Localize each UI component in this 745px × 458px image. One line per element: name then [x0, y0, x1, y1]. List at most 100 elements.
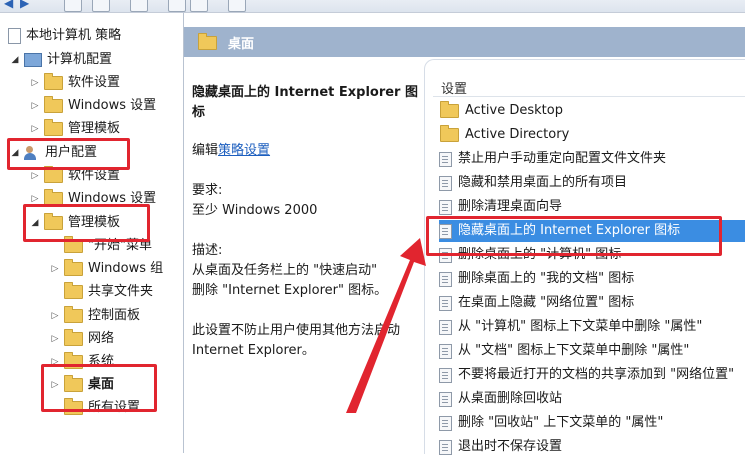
toolbar: ◀ ▶ — [0, 0, 745, 13]
edit-policy-link[interactable]: 策略设置 — [218, 143, 270, 158]
main-header: 桌面 — [184, 27, 745, 57]
list-item-label: 从 "计算机" 图标上下文菜单中删除 "属性" — [458, 319, 703, 334]
show-tree-icon[interactable] — [92, 0, 110, 12]
tree-item-local-policy[interactable]: 本地计算机 策略 — [4, 25, 121, 47]
folder-icon — [44, 166, 63, 183]
list-item-label: 退出时不保存设置 — [458, 439, 563, 454]
collapsed-arrow-icon[interactable]: ▷ — [50, 258, 60, 280]
policy-setting-icon — [439, 367, 452, 383]
list-item-label: Active Desktop — [465, 103, 563, 118]
description-line-1: 从桌面及任务栏上的 "快速启动" — [192, 263, 378, 278]
tree-item-windows-components[interactable]: ▷ Windows 组 — [50, 258, 163, 280]
tree-item-computer-config[interactable]: ◢ 计算机配置 — [10, 49, 112, 71]
folder-icon — [64, 306, 83, 323]
folder-icon — [44, 96, 63, 113]
policy-setting-icon — [439, 343, 452, 359]
policy-title: 隐藏桌面上的 Internet Explorer 图标 — [192, 85, 418, 120]
export-icon[interactable] — [130, 0, 148, 12]
tree-item-label: Windows 组 — [88, 261, 164, 276]
tree-item-windows-settings[interactable]: ▷ Windows 设置 — [30, 95, 156, 117]
tree-item-software-settings[interactable]: ▷ 软件设置 — [30, 72, 120, 94]
policy-setting-icon — [439, 199, 452, 215]
settings-column-header[interactable]: 设置 — [441, 78, 467, 97]
note-line-1: 此设置不防止用户使用其他方法启动 — [192, 323, 401, 338]
list-item-label: 从桌面删除回收站 — [458, 391, 563, 406]
divider — [433, 96, 745, 97]
folder-icon — [44, 73, 63, 90]
folder-icon — [64, 329, 83, 346]
forward-arrow-icon[interactable]: ▶ — [20, 0, 29, 10]
tree-item-control-panel[interactable]: ▷ 控制面板 — [50, 305, 140, 327]
policy-setting-icon — [439, 439, 452, 455]
note-line-2: Internet Explorer。 — [192, 343, 315, 358]
highlight-desktop — [41, 364, 157, 412]
list-item[interactable]: Active Desktop — [439, 100, 745, 122]
policy-setting-icon — [439, 319, 452, 335]
description-label: 描述: — [192, 243, 223, 258]
highlight-selected-policy — [426, 216, 722, 256]
list-item-label: 不要将最近打开的文档的共享添加到 "网络位置" — [458, 367, 735, 382]
requirements-value: 至少 Windows 2000 — [192, 203, 318, 218]
list-item[interactable]: 删除清理桌面向导 — [439, 196, 745, 218]
settings-list: 设置 Active Desktop Active Directory 禁止用户手… — [424, 59, 745, 455]
collapsed-arrow-icon[interactable]: ▷ — [30, 95, 40, 117]
list-item[interactable]: 从 "文档" 图标上下文菜单中删除 "属性" — [439, 340, 745, 362]
edit-prefix: 编辑 — [192, 143, 219, 158]
policy-document-icon — [8, 28, 21, 44]
list-item-label: 删除 "回收站" 上下文菜单的 "属性" — [458, 415, 664, 430]
list-item-label: 从 "文档" 图标上下文菜单中删除 "属性" — [458, 343, 690, 358]
tree-item-label: 本地计算机 策略 — [26, 28, 122, 43]
list-item[interactable]: 删除桌面上的 "我的文档" 图标 — [439, 268, 745, 290]
tree-item-network[interactable]: ▷ 网络 — [50, 328, 114, 350]
policy-setting-icon — [439, 295, 452, 311]
collapsed-arrow-icon[interactable]: ▷ — [30, 72, 40, 94]
tree-item-label: Windows 设置 — [68, 98, 157, 113]
list-item-label: 隐藏和禁用桌面上的所有项目 — [458, 175, 628, 190]
list-item[interactable]: 退出时不保存设置 — [439, 436, 745, 458]
policy-setting-icon — [439, 175, 452, 191]
list-item[interactable]: 不要将最近打开的文档的共享添加到 "网络位置" — [439, 364, 745, 386]
list-item-label: 删除桌面上的 "我的文档" 图标 — [458, 271, 635, 286]
tree-item-label: 控制面板 — [88, 308, 141, 323]
list-item-label: 在桌面上隐藏 "网络位置" 图标 — [458, 295, 635, 310]
list-item[interactable]: 在桌面上隐藏 "网络位置" 图标 — [439, 292, 745, 314]
page-title: 桌面 — [228, 37, 255, 52]
highlight-user-config — [7, 138, 130, 170]
policy-setting-icon — [439, 151, 452, 167]
tree-item-label: 计算机配置 — [47, 52, 113, 67]
list-item-label: Active Directory — [465, 127, 570, 142]
policy-setting-icon — [439, 391, 452, 407]
list-item[interactable]: 从桌面删除回收站 — [439, 388, 745, 410]
description-pane: 隐藏桌面上的 Internet Explorer 图标 编辑策略设置 要求: 至… — [184, 57, 420, 453]
list-item-label: 删除清理桌面向导 — [458, 199, 563, 214]
collapsed-arrow-icon[interactable]: ▷ — [50, 328, 60, 350]
computer-icon — [24, 53, 42, 67]
collapsed-arrow-icon[interactable]: ▷ — [30, 118, 40, 140]
tree-item-label: 管理模板 — [68, 121, 121, 136]
folder-icon — [440, 101, 459, 118]
list-item[interactable]: 删除 "回收站" 上下文菜单的 "属性" — [439, 412, 745, 434]
tree-item-admin-templates[interactable]: ▷ 管理模板 — [30, 118, 120, 140]
up-folder-icon[interactable] — [64, 0, 82, 12]
highlight-admin-templates — [23, 204, 150, 242]
list-item[interactable]: 从 "计算机" 图标上下文菜单中删除 "属性" — [439, 316, 745, 338]
help-icon[interactable] — [168, 0, 186, 12]
back-arrow-icon[interactable]: ◀ — [4, 0, 13, 10]
description-line-2: 删除 "Internet Explorer" 图标。 — [192, 283, 388, 298]
policy-setting-icon — [439, 415, 452, 431]
list-item[interactable]: 隐藏和禁用桌面上的所有项目 — [439, 172, 745, 194]
folder-icon — [64, 259, 83, 276]
tree-item-label: 软件设置 — [68, 75, 121, 90]
policy-setting-icon — [439, 271, 452, 287]
folder-icon — [198, 33, 217, 50]
expanded-arrow-icon[interactable]: ◢ — [10, 49, 20, 71]
properties-icon[interactable] — [190, 0, 208, 12]
requirements-label: 要求: — [192, 183, 223, 198]
list-item[interactable]: Active Directory — [439, 124, 745, 146]
collapsed-arrow-icon[interactable]: ▷ — [50, 305, 60, 327]
list-item[interactable]: 禁止用户手动重定向配置文件文件夹 — [439, 148, 745, 170]
list-item-label: 禁止用户手动重定向配置文件文件夹 — [458, 151, 667, 166]
tree-item-shared-folders[interactable]: 共享文件夹 — [60, 281, 153, 303]
filter-icon[interactable] — [228, 0, 246, 12]
folder-icon — [44, 119, 63, 136]
